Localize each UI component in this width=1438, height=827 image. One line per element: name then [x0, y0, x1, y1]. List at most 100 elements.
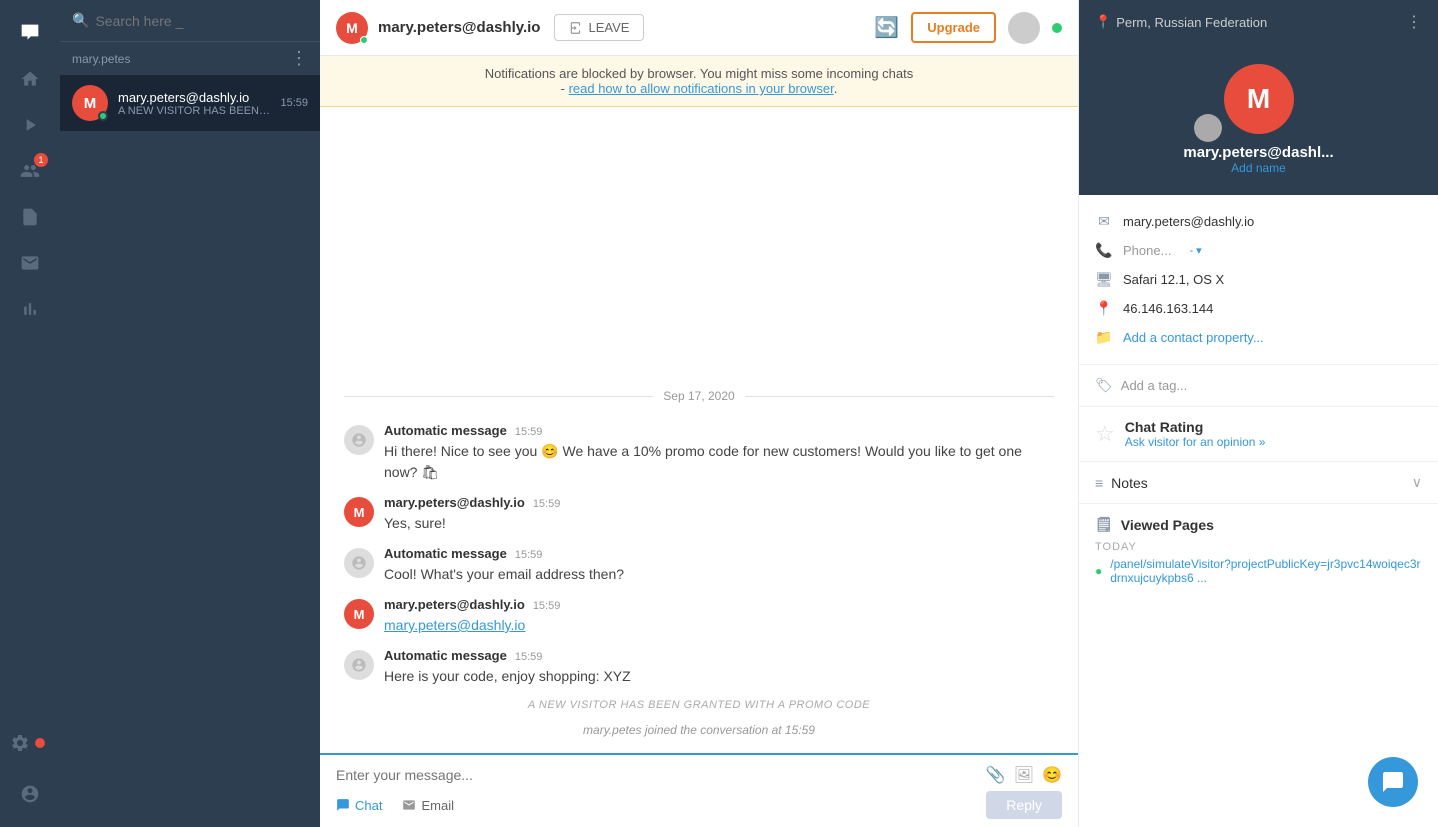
- message-row: Automatic message 15:59 Cool! What's you…: [344, 546, 1054, 585]
- profile-avatar-wrapper: M: [1224, 64, 1294, 134]
- rating-section: ☆ Chat Rating Ask visitor for an opinion…: [1079, 407, 1438, 462]
- browser-row: 🖥 Safari 12.1, OS X: [1095, 265, 1422, 294]
- emoji-icon[interactable]: 😊: [1042, 765, 1062, 785]
- message-input[interactable]: [336, 767, 978, 783]
- header-right: 🔄 Upgrade: [874, 12, 1062, 44]
- leave-button[interactable]: LEAVE: [554, 14, 644, 41]
- conv-time: 15:59: [280, 97, 308, 109]
- chat-messages: Sep 17, 2020 Automatic message 15:59 Hi …: [320, 107, 1078, 753]
- email-link[interactable]: mary.peters@dashly.io: [384, 617, 525, 633]
- profile-name: mary.peters@dashl...: [1183, 144, 1333, 161]
- profile-avatar: M: [1224, 64, 1294, 134]
- search-input[interactable]: [95, 13, 308, 29]
- chat-header-avatar: M: [336, 12, 368, 44]
- rating-title: Chat Rating: [1125, 419, 1266, 435]
- nav-document-icon[interactable]: [10, 197, 50, 237]
- attachment-icon[interactable]: 📎: [986, 765, 1006, 785]
- rating-link[interactable]: Ask visitor for an opinion »: [1125, 435, 1266, 449]
- header-status-dot: [1052, 23, 1062, 33]
- add-property-link[interactable]: Add a contact property...: [1123, 330, 1264, 345]
- msg-text: mary.peters@dashly.io: [384, 615, 1054, 636]
- contact-info-section: ✉ mary.peters@dashly.io 📞 Phone... - ▾ 🖥…: [1079, 195, 1438, 365]
- upgrade-button[interactable]: Upgrade: [911, 12, 996, 43]
- add-name-link[interactable]: Add name: [1231, 161, 1286, 175]
- today-label: TODAY: [1095, 541, 1422, 553]
- filter-row: mary.petes ⋮: [60, 42, 320, 75]
- tab-email[interactable]: Email: [402, 798, 454, 813]
- notes-left: ≡ Notes: [1095, 475, 1148, 491]
- add-tag-text[interactable]: Add a tag...: [1121, 378, 1188, 393]
- browser-icon: 🖥: [1095, 271, 1113, 288]
- system-message: A NEW VISITOR HAS BEEN GRANTED WITH A PR…: [344, 699, 1054, 711]
- user-avatar: M: [344, 599, 374, 629]
- conv-name: mary.peters@dashly.io: [118, 90, 270, 105]
- profile-section: M mary.peters@dashl... Add name: [1079, 44, 1438, 195]
- nav-chart-icon[interactable]: [10, 289, 50, 329]
- msg-text: Hi there! Nice to see you 😊 We have a 10…: [384, 441, 1054, 483]
- conv-preview: A NEW VISITOR HAS BEEN GRA...: [118, 105, 270, 117]
- chat-header: M mary.peters@dashly.io LEAVE 🔄 Upgrade: [320, 0, 1078, 56]
- joined-message: mary.petes joined the conversation at 15…: [344, 723, 1054, 737]
- phone-placeholder: Phone...: [1123, 243, 1171, 258]
- main-chat: M mary.peters@dashly.io LEAVE 🔄 Upgrade …: [320, 0, 1078, 827]
- msg-time: 15:59: [515, 651, 543, 663]
- input-icons: 📎 🖼 😊: [986, 765, 1062, 785]
- msg-sender: mary.peters@dashly.io: [384, 495, 525, 510]
- pages-icon: 🗒: [1095, 516, 1113, 533]
- contact-email: mary.peters@dashly.io: [1123, 214, 1254, 229]
- conv-avatar: M: [72, 85, 108, 121]
- msg-content: Automatic message 15:59 Here is your cod…: [384, 648, 1054, 687]
- msg-text: Here is your code, enjoy shopping: XYZ: [384, 666, 1054, 687]
- image-icon[interactable]: 🖼: [1014, 765, 1034, 785]
- conversation-item[interactable]: M mary.peters@dashly.io A NEW VISITOR HA…: [60, 75, 320, 131]
- page-link[interactable]: /panel/simulateVisitor?projectPublicKey=…: [1110, 557, 1422, 585]
- user-avatar: M: [344, 497, 374, 527]
- sync-icon: 🔄: [874, 15, 899, 40]
- nav-play-icon[interactable]: [10, 105, 50, 145]
- chat-tabs: Chat Email Reply: [336, 785, 1062, 819]
- filter-label: mary.petes: [72, 52, 130, 66]
- filter-options-button[interactable]: ⋮: [290, 48, 308, 69]
- page-row: ● /panel/simulateVisitor?projectPublicKe…: [1095, 557, 1422, 585]
- nav-settings-icon[interactable]: [10, 723, 50, 763]
- msg-content: Automatic message 15:59 Hi there! Nice t…: [384, 423, 1054, 483]
- ip-row: 📍 46.146.163.144: [1095, 294, 1422, 323]
- page-bullet-icon: ●: [1095, 564, 1102, 578]
- nav-mail-icon[interactable]: [10, 243, 50, 283]
- email-row: ✉ mary.peters@dashly.io: [1095, 207, 1422, 236]
- chat-bubble-button[interactable]: [1368, 757, 1418, 807]
- nav-chat-icon[interactable]: [10, 13, 50, 53]
- right-panel-header: 📍 Perm, Russian Federation ⋮: [1079, 0, 1438, 44]
- conv-info: mary.peters@dashly.io A NEW VISITOR HAS …: [118, 90, 270, 117]
- notif-separator: -: [561, 81, 569, 96]
- nav-user-avatar-bottom[interactable]: [10, 774, 50, 814]
- phone-row: 📞 Phone... - ▾: [1095, 236, 1422, 265]
- message-row: Automatic message 15:59 Hi there! Nice t…: [344, 423, 1054, 483]
- browser-info: Safari 12.1, OS X: [1123, 272, 1224, 287]
- nav-users-icon[interactable]: 1: [10, 151, 50, 191]
- add-property-row[interactable]: 📁 Add a contact property...: [1095, 323, 1422, 352]
- notes-icon: ≡: [1095, 475, 1103, 491]
- header-online-dot: [360, 36, 368, 44]
- location-pin-icon: 📍: [1095, 14, 1111, 30]
- msg-sender: mary.peters@dashly.io: [384, 597, 525, 612]
- message-row: M mary.peters@dashly.io 15:59 Yes, sure!: [344, 495, 1054, 534]
- msg-time: 15:59: [515, 426, 543, 438]
- msg-content: Automatic message 15:59 Cool! What's you…: [384, 546, 1054, 585]
- ip-address: 46.146.163.144: [1123, 301, 1213, 316]
- message-row: Automatic message 15:59 Here is your cod…: [344, 648, 1054, 687]
- reply-button[interactable]: Reply: [986, 791, 1062, 819]
- search-container: 🔍: [60, 0, 320, 42]
- panel-options-button[interactable]: ⋮: [1406, 12, 1422, 32]
- phone-dropdown[interactable]: - ▾: [1189, 244, 1201, 257]
- tab-chat[interactable]: Chat: [336, 798, 382, 813]
- tab-email-label: Email: [421, 798, 454, 813]
- notes-section[interactable]: ≡ Notes ∨: [1079, 462, 1438, 504]
- nav-home-icon[interactable]: [10, 59, 50, 99]
- bot-avatar: [344, 425, 374, 455]
- tag-section[interactable]: 🏷 Add a tag...: [1079, 365, 1438, 407]
- notif-link[interactable]: read how to allow notifications in your …: [569, 81, 834, 96]
- msg-text: Yes, sure!: [384, 513, 1054, 534]
- online-indicator: [98, 111, 108, 121]
- sidebar: 🔍 mary.petes ⋮ M mary.peters@dashly.io A…: [60, 0, 320, 827]
